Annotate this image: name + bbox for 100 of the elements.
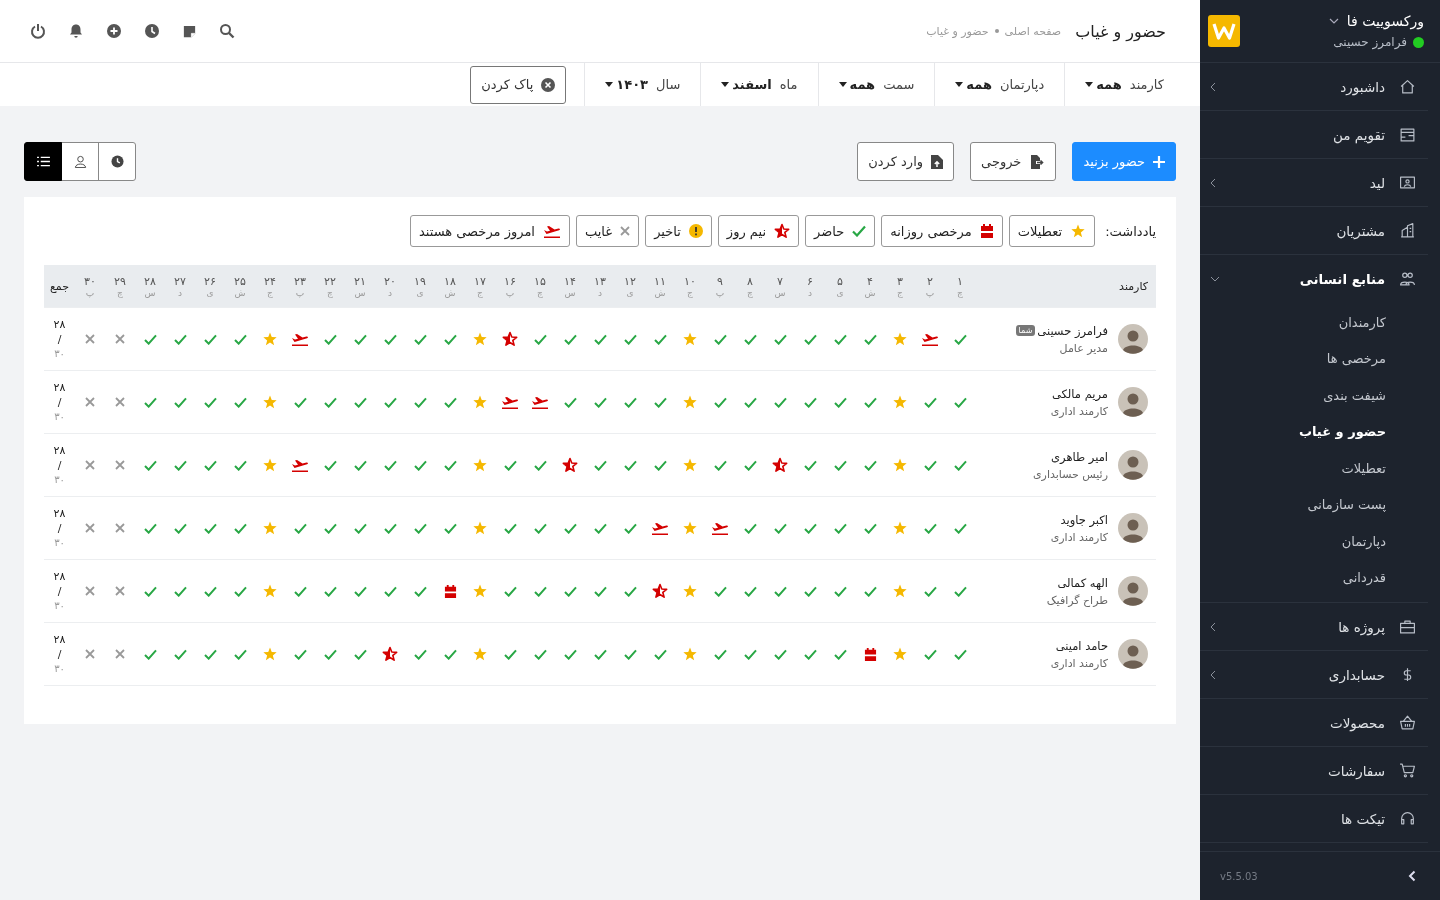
star-icon [682, 331, 698, 347]
filter-dropdown[interactable]: همه [1085, 77, 1122, 92]
total-days: ۳۰ [54, 346, 65, 360]
employee-role: کارمند اداری [1050, 530, 1108, 544]
star-icon [892, 646, 908, 662]
filter-dropdown[interactable]: همه [955, 77, 992, 92]
submenu-item[interactable]: شیفت بندی [1200, 377, 1428, 414]
check-icon [533, 585, 547, 597]
check-icon [923, 396, 937, 408]
check-icon [743, 459, 757, 471]
check-icon [953, 333, 967, 345]
note-icon[interactable] [182, 23, 197, 39]
avatar [1118, 639, 1148, 669]
view-toggle-button[interactable] [98, 142, 136, 181]
employee-name[interactable]: اکبر جاوید [1060, 512, 1108, 527]
warning-icon [688, 224, 703, 238]
employee-name[interactable]: امیر طاهری [1051, 449, 1108, 464]
clear-button[interactable]: پاک کردن [470, 65, 567, 104]
check-icon [173, 459, 187, 471]
day-number: ۴ [867, 274, 873, 288]
clock-icon[interactable] [144, 23, 160, 39]
check-icon [413, 648, 427, 660]
calendar-icon [979, 224, 994, 238]
filter-dropdown[interactable]: همه [838, 77, 876, 92]
weekday-label: چ [747, 287, 753, 298]
check-icon [743, 333, 757, 345]
star-icon [472, 583, 488, 599]
weekday-label: پ [295, 287, 305, 298]
filter-dropdown[interactable]: اسفند [721, 77, 772, 92]
employee-name[interactable]: فرامرز حسینی [1037, 323, 1108, 338]
filter-dropdown[interactable]: ۱۴۰۳ [605, 77, 648, 92]
star-icon [262, 520, 278, 536]
weekday-label: د [598, 287, 602, 298]
check-icon [533, 459, 547, 471]
view-toggle-button[interactable] [61, 142, 99, 181]
check-icon [773, 396, 787, 408]
submenu-item[interactable]: قدردانی [1200, 559, 1428, 596]
check-icon [233, 396, 247, 408]
weekday-label: ی [416, 287, 424, 298]
check-icon [323, 459, 337, 471]
airplane-icon [711, 521, 729, 535]
day-number: ۶ [807, 274, 813, 288]
submenu-item[interactable]: تعطیلات [1200, 450, 1428, 487]
check-icon [653, 396, 667, 408]
separator: / [57, 647, 62, 662]
avatar [1118, 450, 1148, 480]
check-icon [413, 333, 427, 345]
employee-name[interactable]: مریم مالکی [1051, 386, 1108, 401]
search-icon[interactable] [219, 23, 235, 39]
check-icon [323, 396, 337, 408]
nav-item[interactable]: منابع انسانی [1200, 255, 1428, 302]
check-icon [653, 333, 667, 345]
half-star-icon [562, 457, 578, 473]
day-number: ۱ [957, 274, 963, 288]
legend-label: نیم روز [726, 223, 767, 239]
avatar [1118, 576, 1148, 606]
bell-icon[interactable] [68, 23, 84, 39]
cross-icon [115, 523, 125, 533]
cross-icon [85, 523, 95, 533]
present-count: ۲۸ [53, 444, 66, 459]
day-number: ۲۰ [384, 274, 396, 288]
check-icon [353, 459, 367, 471]
check-icon [173, 396, 187, 408]
check-icon [383, 333, 397, 345]
check-icon [773, 522, 787, 534]
submenu-item[interactable]: مرخصی ها [1200, 340, 1428, 377]
weekday-label: س [564, 287, 576, 298]
add-icon[interactable] [106, 23, 122, 39]
submenu-item[interactable]: کارمندان [1200, 304, 1428, 341]
submenu-item[interactable]: دپارتمان [1200, 523, 1428, 560]
check-icon [623, 333, 637, 345]
star-icon [472, 520, 488, 536]
check-icon [353, 396, 367, 408]
import-button[interactable]: وارد کردن [857, 142, 955, 181]
check-icon [503, 585, 517, 597]
workspace-name[interactable]: ورکسوییت فا [1346, 13, 1424, 29]
chevron-down-icon[interactable] [1328, 18, 1339, 24]
check-icon [852, 225, 867, 237]
check-icon [203, 459, 217, 471]
submenu-item[interactable]: حضور و غیاب [1200, 413, 1428, 450]
filter-label: دپارتمان [999, 77, 1045, 92]
calendar-icon [863, 647, 877, 661]
breadcrumb-separator [994, 29, 999, 33]
power-icon[interactable] [30, 23, 46, 39]
weekday-label: ی [206, 287, 214, 298]
weekday-label: ش [234, 287, 246, 298]
export-button[interactable]: خروجی [970, 142, 1057, 181]
filter-label: سمت [883, 77, 915, 92]
cross-icon [115, 397, 125, 407]
employee-name[interactable]: الهه کمالی [1057, 575, 1108, 590]
plus-icon [1153, 155, 1165, 168]
total-days: ۳۰ [54, 535, 65, 549]
employee-name[interactable]: حامد امینی [1055, 638, 1108, 653]
collapse-icon[interactable] [1408, 870, 1416, 882]
cross-icon [85, 460, 95, 470]
check-icon [563, 585, 577, 597]
people-icon [1399, 270, 1416, 287]
view-toggle-button[interactable] [24, 142, 62, 181]
weekday-label: ش [444, 287, 456, 298]
submenu-item[interactable]: پست سازمانی [1200, 486, 1428, 523]
